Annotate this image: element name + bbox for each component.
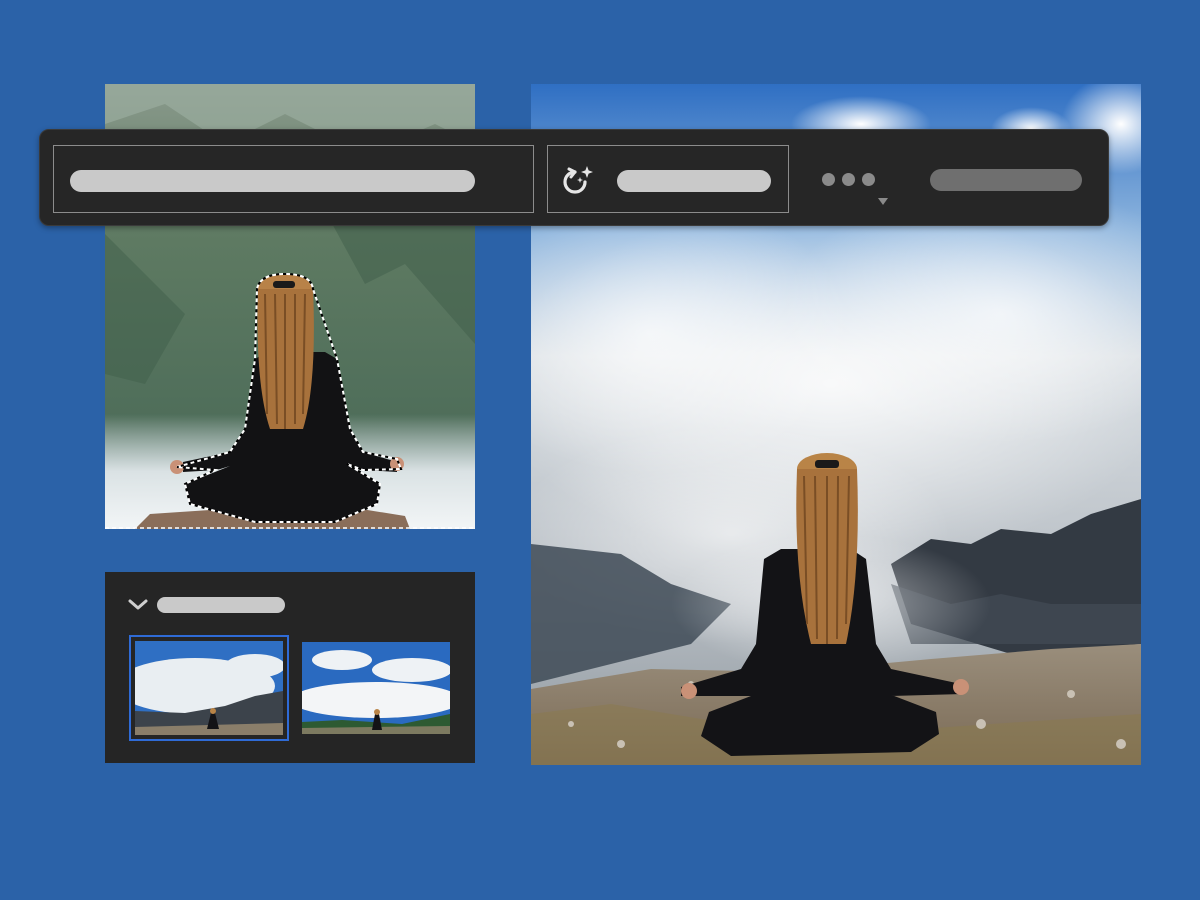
panel-title — [157, 597, 285, 613]
more-dots-icon — [842, 173, 855, 186]
caret-down-icon — [878, 198, 888, 205]
prompt-placeholder — [70, 170, 475, 192]
variations-panel — [105, 572, 475, 763]
generate-label — [617, 170, 771, 192]
variation-image — [302, 642, 450, 734]
more-options-button[interactable] — [816, 164, 888, 206]
more-dots-icon — [822, 173, 835, 186]
prompt-input[interactable] — [53, 145, 534, 213]
contextual-taskbar — [39, 129, 1109, 226]
secondary-action-button[interactable] — [930, 169, 1082, 191]
sparkle-refresh-icon — [563, 166, 593, 194]
variation-image — [135, 641, 283, 735]
generate-button[interactable] — [547, 145, 789, 213]
variation-thumbnail-selected[interactable] — [129, 635, 289, 741]
chevron-down-icon[interactable] — [127, 596, 149, 612]
variation-thumbnail[interactable] — [302, 642, 450, 734]
more-dots-icon — [862, 173, 875, 186]
